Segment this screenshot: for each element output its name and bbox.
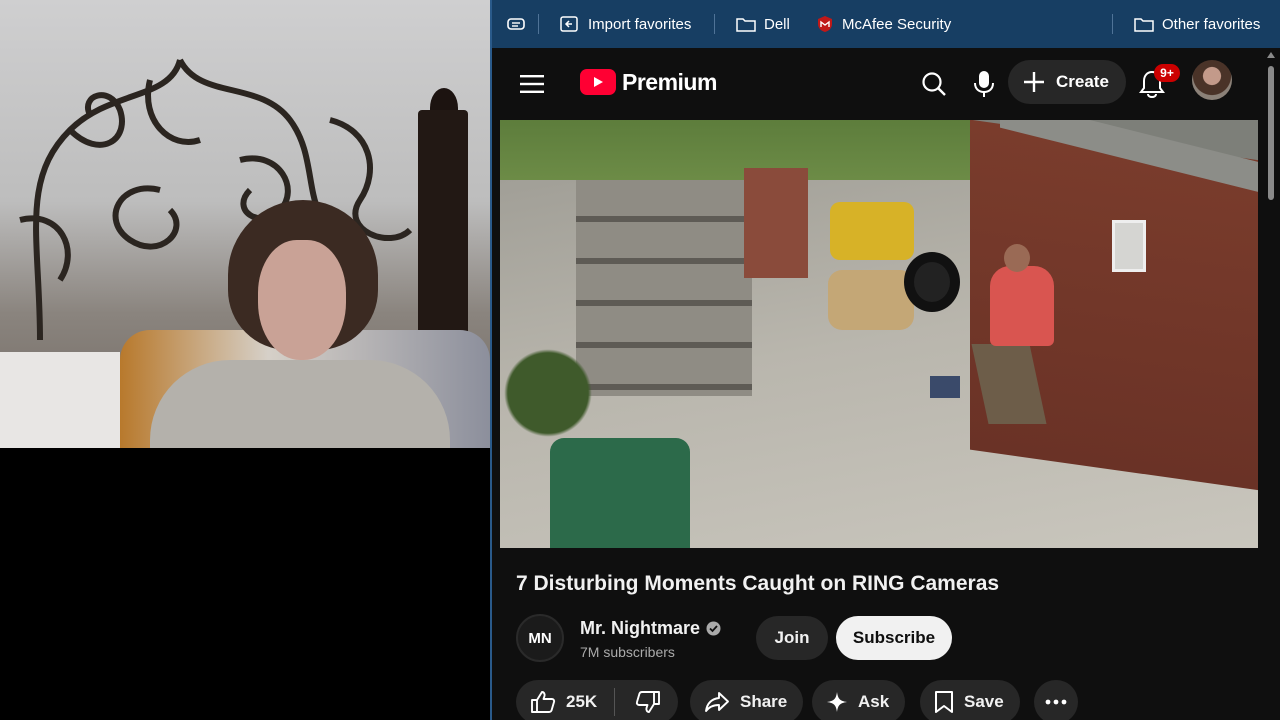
browser-window: Import favorites Dell McAfee Security Ot…	[490, 0, 1280, 720]
scrollbar-thumb[interactable]	[1268, 66, 1274, 200]
subscribe-button[interactable]: Subscribe	[836, 616, 952, 660]
search-icon[interactable]	[912, 62, 956, 106]
subscriber-count: 7M subscribers	[580, 644, 675, 660]
favorites-bar: Import favorites Dell McAfee Security Ot…	[492, 0, 1280, 48]
like-button[interactable]: 25K	[516, 680, 614, 720]
channel-row: MN Mr. Nightmare 7M subscribers Join Sub…	[516, 614, 1256, 662]
video-scene-man-head	[1004, 244, 1030, 272]
folder-icon	[1134, 18, 1154, 32]
like-count: 25K	[566, 692, 598, 711]
favorite-dell[interactable]: Dell	[736, 12, 790, 36]
collections-icon[interactable]	[506, 14, 526, 34]
video-scene-window	[1112, 220, 1146, 272]
video-scene-man-shirt	[990, 266, 1054, 346]
favbar-separator	[714, 14, 715, 34]
channel-name-link[interactable]: Mr. Nightmare	[580, 618, 721, 639]
mcafee-shield-icon	[818, 16, 832, 32]
shopping-bag	[0, 352, 120, 448]
save-button[interactable]: Save	[920, 680, 1020, 720]
video-player[interactable]	[500, 120, 1258, 548]
thumbs-up-icon	[531, 691, 556, 713]
dislike-button[interactable]	[622, 680, 674, 720]
import-icon	[560, 16, 578, 32]
video-scene-steps	[576, 180, 752, 396]
channel-name: Mr. Nightmare	[580, 618, 701, 638]
channel-avatar-logo: MN	[528, 629, 552, 647]
more-actions-button[interactable]	[1034, 680, 1078, 720]
favorite-mcafee-security[interactable]: McAfee Security	[816, 12, 951, 36]
folder-icon	[736, 18, 756, 32]
favorite-label: McAfee Security	[842, 15, 952, 33]
ask-label: Ask	[858, 692, 890, 711]
like-dislike-group: 25K	[516, 680, 678, 720]
video-scene-yellow-bag	[830, 202, 914, 260]
video-actions-row: 25K Share Ask Save	[516, 680, 1256, 720]
bookmark-icon	[935, 691, 953, 713]
favorite-import-favorites[interactable]: Import favorites	[560, 12, 691, 36]
favorite-label: Import favorites	[588, 15, 692, 33]
video-scene-brick-stack	[744, 168, 808, 278]
youtube-play-icon	[580, 69, 616, 95]
share-button[interactable]: Share	[690, 680, 804, 720]
video-title: 7 Disturbing Moments Caught on RING Came…	[516, 572, 1000, 595]
favorite-label: Other favorites	[1162, 15, 1261, 33]
plus-icon	[1024, 72, 1044, 92]
person-body	[150, 360, 450, 448]
sparkle-icon	[827, 692, 847, 712]
share-arrow-icon	[705, 692, 729, 712]
menu-icon[interactable]	[512, 64, 552, 104]
share-label: Share	[740, 692, 788, 711]
scroll-up-arrow-icon[interactable]	[1267, 52, 1275, 58]
youtube-page: Premium Create 9+ 7 Disturbing Moments C…	[498, 48, 1276, 720]
favbar-separator	[538, 14, 539, 34]
page-scrollbar[interactable]	[1266, 48, 1276, 720]
like-divider	[614, 688, 615, 716]
channel-avatar[interactable]: MN	[516, 614, 564, 662]
join-button[interactable]: Join	[756, 616, 828, 660]
favbar-separator	[1112, 14, 1113, 34]
ask-button[interactable]: Ask	[812, 680, 906, 720]
account-avatar[interactable]	[1192, 60, 1232, 100]
thumbs-down-icon	[635, 691, 660, 713]
video-scene-tyre	[904, 252, 960, 312]
favorite-label: Dell	[764, 15, 790, 33]
microphone-icon[interactable]	[962, 62, 1006, 106]
save-label: Save	[964, 692, 1004, 711]
webcam-feed	[0, 0, 490, 448]
verified-check-icon	[706, 621, 721, 636]
logo-text: Premium	[622, 68, 717, 95]
video-scene-plant	[500, 338, 596, 448]
person-face	[258, 240, 346, 360]
video-scene-green-bin	[550, 438, 690, 548]
create-label: Create	[1056, 72, 1109, 91]
favorite-other-favorites[interactable]: Other favorites	[1134, 12, 1260, 36]
video-scene-box	[930, 376, 960, 398]
masthead: Premium Create 9+	[498, 48, 1276, 120]
more-horizontal-icon	[1045, 699, 1067, 705]
video-scene-sack	[828, 270, 914, 330]
notification-badge: 9+	[1154, 64, 1180, 82]
youtube-premium-logo[interactable]: Premium	[580, 68, 717, 96]
create-button[interactable]: Create	[1008, 60, 1126, 104]
